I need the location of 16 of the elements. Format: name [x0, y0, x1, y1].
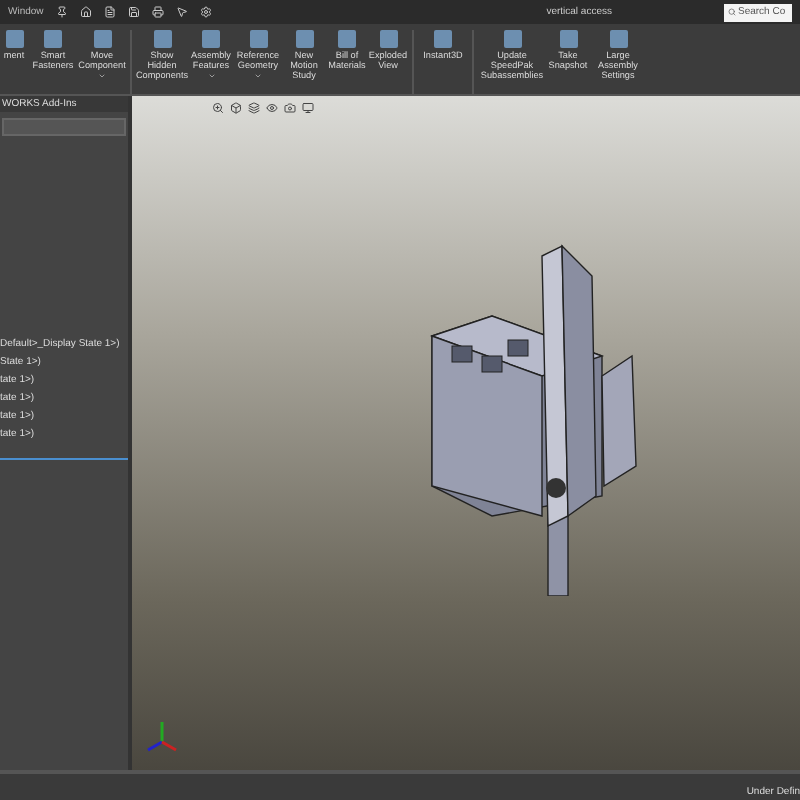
cube-icon[interactable]: [230, 102, 242, 114]
pin-icon[interactable]: [55, 6, 68, 18]
axis-triad-icon: [142, 718, 182, 754]
filter-field[interactable]: [2, 118, 126, 136]
monitor-icon[interactable]: [302, 102, 314, 114]
home-icon[interactable]: [79, 6, 92, 18]
settings-icon[interactable]: [199, 6, 212, 18]
search-icon: [728, 8, 736, 16]
save-icon[interactable]: [127, 6, 140, 18]
document-icon[interactable]: [103, 6, 116, 18]
camera-icon[interactable]: [284, 102, 296, 114]
zoom-icon[interactable]: [212, 102, 224, 114]
eye-icon[interactable]: [266, 102, 278, 114]
layers-icon[interactable]: [248, 102, 260, 114]
print-icon[interactable]: [151, 6, 164, 18]
pointer-icon[interactable]: [175, 6, 188, 18]
